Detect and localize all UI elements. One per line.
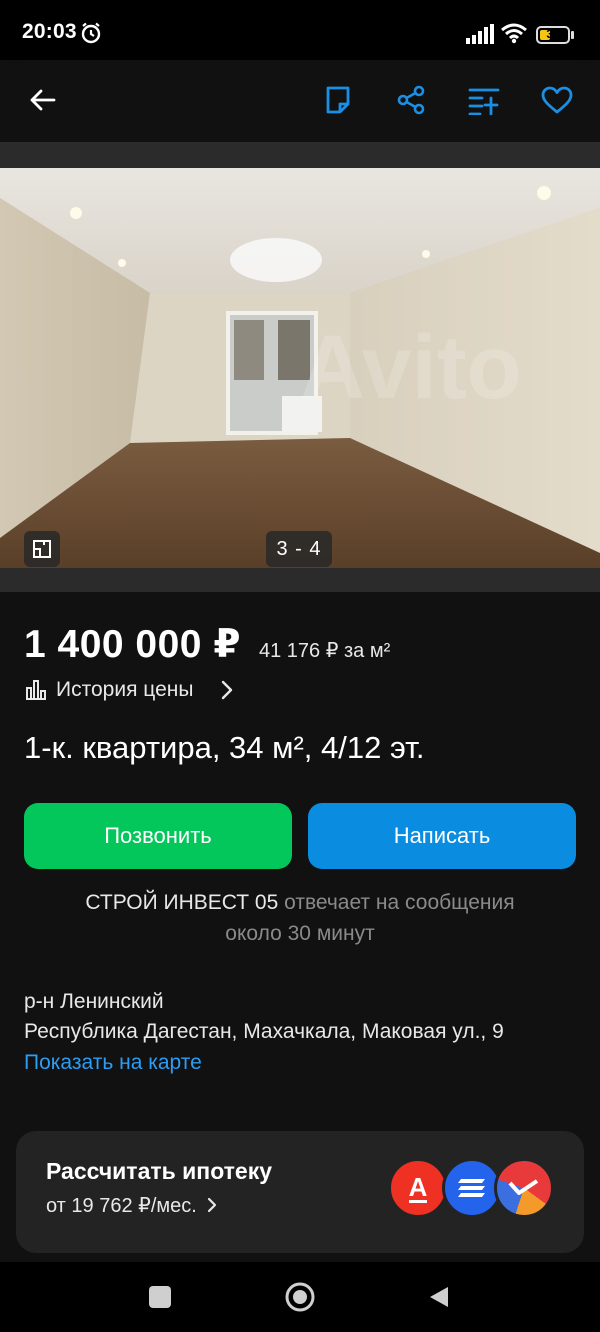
floor-plan-icon xyxy=(33,540,51,558)
listing-photo[interactable]: Avito xyxy=(0,168,600,568)
address: Республика Дагестан, Махачкала, Маковая … xyxy=(24,1020,504,1043)
gallery-bottom-strip xyxy=(0,568,600,592)
floor-plan-button[interactable] xyxy=(24,531,60,567)
battery-indicator: 33 xyxy=(536,26,570,44)
alfa-bank-letter: А xyxy=(408,1171,428,1203)
show-on-map-link[interactable]: Показать на карте xyxy=(24,1051,202,1075)
district: р-н Ленинский xyxy=(24,990,164,1013)
seller-reply-info: СТРОЙ ИНВЕСТ 05 отвечает на сообщения ок… xyxy=(0,887,600,949)
mortgage-subtitle: от 19 762 ₽/мес. xyxy=(46,1193,218,1218)
back-nav-button[interactable] xyxy=(428,1285,450,1309)
price-per-m2: 41 176 ₽ за м² xyxy=(259,640,391,662)
photo-counter: 3 - 4 xyxy=(266,531,332,567)
mortgage-amount: от 19 762 ₽/мес. xyxy=(46,1195,197,1217)
share-button[interactable] xyxy=(389,78,433,122)
price: 1 400 000 ₽ xyxy=(24,623,241,666)
alfa-bank-logo: А xyxy=(388,1158,448,1218)
app-header xyxy=(0,60,600,142)
chevron-right-icon xyxy=(208,1197,217,1213)
write-button[interactable]: Написать xyxy=(308,803,576,869)
heart-icon xyxy=(541,86,573,114)
room-image: Avito xyxy=(0,168,600,568)
bar-chart-icon xyxy=(26,680,46,700)
wifi-icon xyxy=(501,23,527,44)
note-icon xyxy=(326,86,350,114)
back-button[interactable] xyxy=(20,78,64,122)
signal-icon xyxy=(466,24,494,44)
bank-logo-blue xyxy=(442,1158,502,1218)
call-button[interactable]: Позвонить xyxy=(24,803,292,869)
reply-text: отвечает на сообщения xyxy=(284,891,515,914)
reply-time: около 30 минут xyxy=(225,922,375,945)
compare-icon xyxy=(468,88,500,115)
avito-watermark: Avito xyxy=(300,318,522,418)
chevron-right-icon xyxy=(221,680,233,700)
gallery-top-strip xyxy=(0,142,600,168)
compare-button[interactable] xyxy=(462,78,506,122)
note-button[interactable] xyxy=(316,78,360,122)
back-arrow-icon xyxy=(30,89,56,111)
listing-title: 1-к. квартира, 34 м², 4/12 эт. xyxy=(24,730,425,765)
stripes-logo-icon xyxy=(458,1179,485,1197)
seller-name[interactable]: СТРОЙ ИНВЕСТ 05 xyxy=(85,891,278,914)
home-button[interactable] xyxy=(284,1281,316,1313)
favorite-button[interactable] xyxy=(535,78,579,122)
price-history-link[interactable]: История цены xyxy=(56,678,193,702)
status-time: 20:03 xyxy=(22,20,77,43)
bank-logo-multicolor xyxy=(494,1158,554,1218)
battery-level: 33 xyxy=(546,27,560,41)
alarm-icon xyxy=(81,22,101,44)
battery-tip xyxy=(571,31,574,39)
check-logo-icon xyxy=(508,1179,539,1195)
recents-button[interactable] xyxy=(149,1286,171,1308)
share-icon xyxy=(397,85,425,115)
mortgage-title: Рассчитать ипотеку xyxy=(46,1158,273,1184)
